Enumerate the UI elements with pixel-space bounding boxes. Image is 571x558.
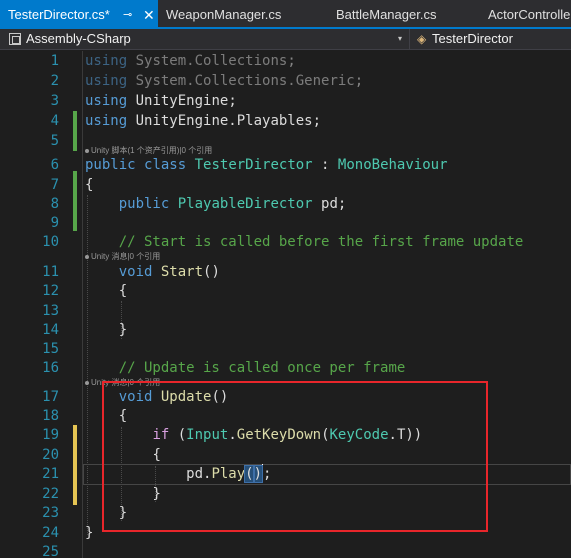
code-line: } bbox=[85, 320, 127, 340]
tab-label: TesterDirector.cs* bbox=[8, 7, 110, 22]
code-line: public class TesterDirector : MonoBehavi… bbox=[85, 155, 448, 175]
project-icon bbox=[9, 33, 21, 45]
line-number: 24 bbox=[42, 525, 59, 541]
code-line: void Start() bbox=[85, 262, 220, 282]
class-name: TesterDirector bbox=[194, 157, 313, 173]
tab-label: BattleManager.cs bbox=[336, 7, 437, 22]
line-number: 14 bbox=[42, 322, 59, 338]
code-line: using System.Collections; bbox=[85, 51, 296, 71]
line-number: 3 bbox=[50, 93, 59, 109]
line-number: 25 bbox=[42, 544, 59, 558]
line-number: 18 bbox=[42, 408, 59, 424]
line-number: 1 bbox=[50, 53, 59, 69]
keyword: public bbox=[85, 157, 136, 173]
code-editor[interactable]: 1 2 3 4 5 6 7 8 9 10 11 12 13 14 15 16 1… bbox=[0, 51, 571, 558]
line-number: 16 bbox=[42, 360, 59, 376]
class-dropdown[interactable]: ◈ TesterDirector bbox=[411, 29, 571, 49]
line-number: 21 bbox=[42, 466, 59, 482]
class-icon: ◈ bbox=[417, 32, 427, 46]
project-dropdown[interactable]: Assembly-CSharp ▾ bbox=[0, 29, 410, 49]
punctuation: : bbox=[312, 157, 338, 173]
code-line: public PlayableDirector pd; bbox=[85, 194, 347, 214]
close-icon[interactable]: ✕ bbox=[143, 0, 155, 29]
line-number: 11 bbox=[42, 264, 59, 280]
tab-battle-manager[interactable]: BattleManager.cs bbox=[328, 0, 480, 29]
tab-label: ActorControlle bbox=[488, 7, 571, 22]
punctuation: () bbox=[203, 264, 220, 280]
line-number: 17 bbox=[42, 389, 59, 405]
namespace: UnityEngine.Playables bbox=[135, 113, 313, 129]
line-number: 13 bbox=[42, 303, 59, 319]
brace: } bbox=[118, 322, 128, 338]
keyword: using bbox=[85, 93, 128, 109]
saved-change-bar bbox=[73, 171, 77, 231]
tab-tester-director[interactable]: TesterDirector.cs* ⊸ ✕ bbox=[0, 0, 158, 29]
namespace: System.Collections bbox=[135, 53, 288, 69]
code-line: using UnityEngine.Playables; bbox=[85, 111, 321, 131]
code-line: // Update is called once per frame bbox=[85, 358, 406, 378]
tab-label: WeaponManager.cs bbox=[166, 7, 282, 22]
method-name: Start bbox=[160, 264, 204, 280]
pin-icon[interactable]: ⊸ bbox=[123, 0, 132, 29]
tab-weapon-manager[interactable]: WeaponManager.cs bbox=[158, 0, 328, 29]
field-name: pd bbox=[321, 196, 338, 212]
unity-icon bbox=[85, 148, 89, 153]
unity-icon bbox=[85, 380, 89, 385]
brace: } bbox=[85, 525, 94, 541]
line-number: 10 bbox=[42, 234, 59, 250]
punctuation: ; bbox=[228, 93, 237, 109]
brace: { bbox=[118, 283, 128, 299]
line-number: 2 bbox=[50, 73, 59, 89]
keyword: class bbox=[144, 157, 187, 173]
unity-icon bbox=[85, 254, 89, 259]
line-number: 23 bbox=[42, 505, 59, 521]
line-number: 6 bbox=[50, 157, 59, 173]
type-name: PlayableDirector bbox=[177, 196, 313, 212]
line-number: 9 bbox=[50, 215, 59, 231]
line-number: 22 bbox=[42, 486, 59, 502]
unsaved-change-bar bbox=[73, 425, 77, 505]
line-number: 8 bbox=[50, 196, 59, 212]
navigation-bar: Assembly-CSharp ▾ ◈ TesterDirector bbox=[0, 29, 571, 50]
base-class: MonoBehaviour bbox=[337, 157, 448, 173]
chevron-down-icon: ▾ bbox=[398, 34, 403, 43]
line-number: 15 bbox=[42, 341, 59, 357]
line-number: 7 bbox=[50, 177, 59, 193]
code-line: using System.Collections.Generic; bbox=[85, 71, 363, 91]
keyword: using bbox=[85, 53, 128, 69]
comment: // Start is called before the first fram… bbox=[118, 234, 524, 250]
comment: // Update is called once per frame bbox=[118, 360, 406, 376]
annotation-highlight-box bbox=[102, 381, 488, 532]
line-number: 20 bbox=[42, 447, 59, 463]
punctuation: ; bbox=[287, 53, 296, 69]
saved-change-bar bbox=[73, 111, 77, 151]
project-name: Assembly-CSharp bbox=[26, 31, 131, 46]
line-number: 5 bbox=[50, 133, 59, 149]
codelens-references[interactable]: Unity 消息|0 个引用 bbox=[85, 252, 160, 262]
tab-actor-controller[interactable]: ActorControlle bbox=[480, 0, 571, 29]
namespace: UnityEngine bbox=[135, 93, 229, 109]
code-line: { bbox=[85, 175, 93, 195]
code-line: { bbox=[85, 281, 127, 301]
namespace: System.Collections.Generic bbox=[135, 73, 355, 89]
line-number: 19 bbox=[42, 427, 59, 443]
code-line: } bbox=[85, 523, 93, 543]
punctuation: ; bbox=[312, 113, 322, 129]
keyword: using bbox=[85, 73, 128, 89]
codelens-text: Unity 脚本(1 个资产引用)|0 个引用 bbox=[91, 146, 213, 155]
code-line: using UnityEngine; bbox=[85, 91, 237, 111]
editor-tab-strip: TesterDirector.cs* ⊸ ✕ WeaponManager.cs … bbox=[0, 0, 571, 29]
punctuation: ; bbox=[354, 73, 364, 89]
keyword: public bbox=[118, 196, 170, 212]
line-number: 12 bbox=[42, 283, 59, 299]
keyword: void bbox=[118, 264, 153, 280]
class-name: TesterDirector bbox=[432, 31, 513, 46]
codelens-text: Unity 消息|0 个引用 bbox=[91, 252, 161, 261]
code-line: // Start is called before the first fram… bbox=[85, 232, 524, 252]
keyword: using bbox=[85, 113, 128, 129]
punctuation: ; bbox=[337, 196, 347, 212]
line-number: 4 bbox=[50, 113, 59, 129]
brace: { bbox=[85, 177, 94, 193]
